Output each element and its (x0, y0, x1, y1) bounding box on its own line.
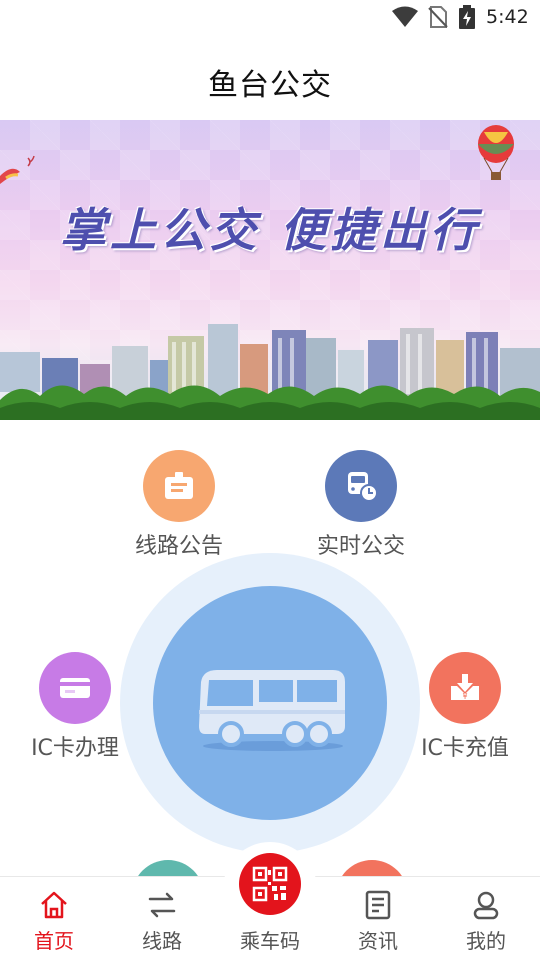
tab-home[interactable]: 首页 (0, 877, 108, 960)
banner-slogan: 掌上公交 便捷出行 (59, 203, 480, 257)
hot-air-balloon-illustration (478, 125, 514, 180)
news-icon (365, 890, 391, 920)
bus-main-button[interactable] (153, 586, 387, 820)
realtime-bus-button[interactable]: 实时公交 (286, 450, 436, 560)
ic-card-apply-icon-circle (39, 652, 111, 724)
status-bar: 5:42 (0, 0, 540, 36)
status-time: 5:42 (486, 6, 529, 28)
svg-text:¥: ¥ (462, 692, 467, 701)
battery-charging-icon (459, 5, 475, 29)
realtime-bus-icon-circle (325, 450, 397, 522)
route-notice-icon-circle (143, 450, 215, 522)
tab-news-label: 资讯 (358, 929, 398, 953)
no-sim-icon (428, 6, 448, 28)
tab-news[interactable]: 资讯 (324, 877, 432, 960)
home-icon (41, 891, 67, 919)
bird-illustration (0, 155, 35, 184)
tab-profile[interactable]: 我的 (432, 877, 540, 960)
tab-ride-code-label: 乘车码 (240, 929, 300, 953)
tab-home-label: 首页 (34, 929, 74, 953)
route-notice-button[interactable]: 线路公告 (104, 450, 254, 560)
city-skyline-illustration (0, 324, 540, 420)
tab-profile-label: 我的 (466, 929, 506, 953)
card-icon (60, 678, 90, 698)
notice-board-icon (165, 472, 193, 499)
qr-code-icon (252, 866, 288, 902)
bus-icon (199, 670, 345, 751)
ic-card-apply-label: IC卡办理 (31, 736, 119, 761)
ic-card-apply-button[interactable]: IC卡办理 (0, 652, 150, 762)
tab-ride-code[interactable] (239, 853, 301, 915)
profile-icon (473, 891, 499, 920)
recharge-yuan-icon: ¥ (451, 674, 479, 701)
ic-card-recharge-icon-circle: ¥ (429, 652, 501, 724)
ic-card-recharge-button[interactable]: ¥ IC卡充值 (390, 652, 540, 762)
ic-card-recharge-label: IC卡充值 (421, 736, 509, 761)
route-arrows-icon (148, 892, 176, 918)
route-notice-label: 线路公告 (134, 534, 223, 559)
bus-clock-icon (348, 472, 378, 502)
banner[interactable]: 掌上公交 便捷出行 (0, 120, 540, 420)
wifi-icon (392, 6, 418, 27)
realtime-bus-label: 实时公交 (316, 534, 405, 559)
page-title: 鱼台公交 (208, 68, 332, 103)
